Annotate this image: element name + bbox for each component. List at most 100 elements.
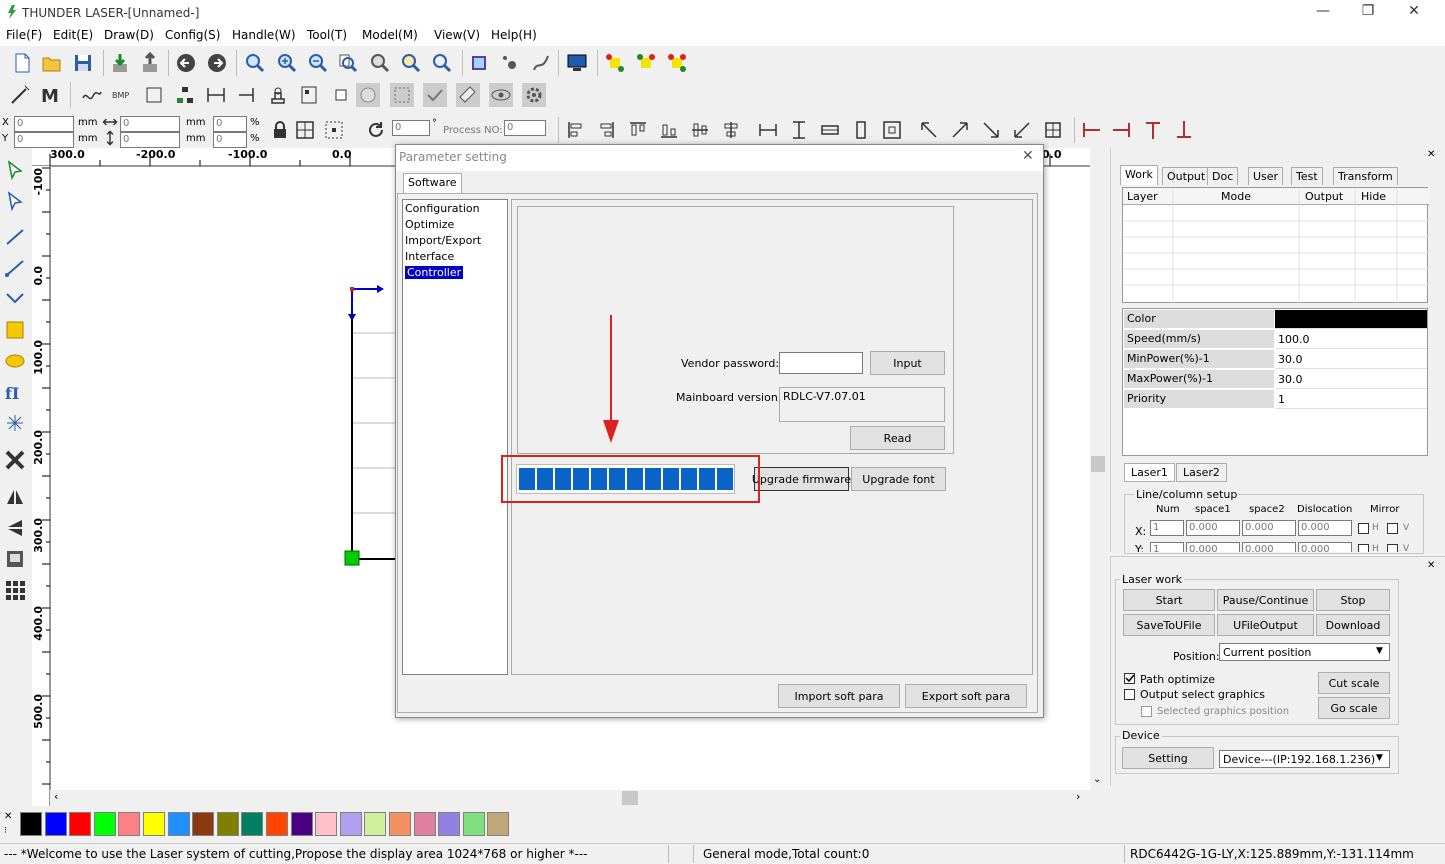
anchor-icon[interactable] [322, 118, 346, 142]
width-percent-input[interactable]: 0 [213, 116, 247, 132]
palette-swatch[interactable] [241, 812, 264, 836]
tree-optimize[interactable]: Optimize [405, 218, 454, 231]
move-right-icon[interactable] [1110, 118, 1134, 142]
zoom-all-icon[interactable] [368, 51, 392, 75]
canvas-hscroll[interactable]: ‹ › [50, 790, 1090, 806]
lc-y-num-input[interactable]: 1 [1150, 542, 1184, 552]
mirror-h-tool-icon[interactable] [3, 485, 27, 509]
prop-maxpower-value[interactable]: 30.0 [1275, 370, 1427, 389]
menu-help[interactable]: Help(H) [491, 28, 537, 42]
device-select[interactable]: Device---(IP:192.168.1.236) ▼ [1219, 750, 1390, 768]
lc-y-mirror-h-checkbox[interactable] [1358, 544, 1369, 552]
prop-color-swatch[interactable] [1275, 310, 1427, 329]
open-folder-icon[interactable] [40, 51, 64, 75]
stop-button[interactable]: Stop [1316, 589, 1390, 611]
path-icon[interactable] [529, 51, 553, 75]
menu-tool[interactable]: Tool(T) [307, 28, 347, 42]
pan-view-icon[interactable] [430, 51, 454, 75]
delete-tool-icon[interactable] [3, 448, 27, 472]
cut-scale-button[interactable]: Cut scale [1318, 672, 1390, 694]
eye-icon[interactable] [489, 83, 513, 107]
lc-y-dislocation-input[interactable]: 0.000 [1298, 542, 1352, 552]
mirror-v-tool-icon[interactable] [3, 516, 27, 540]
palette-swatch[interactable] [266, 812, 288, 836]
tree-configuration[interactable]: Configuration [405, 202, 480, 215]
panel-close-icon[interactable]: ✕ [1427, 149, 1435, 160]
scroll-down-icon[interactable]: ⌄ [1093, 774, 1101, 785]
palette-swatch[interactable] [413, 812, 436, 836]
palette-swatch[interactable] [118, 812, 141, 836]
center-page-icon[interactable] [880, 118, 904, 142]
align-top-icon[interactable] [626, 118, 650, 142]
menu-model[interactable]: Model(M) [362, 28, 418, 42]
save-to-ufile-button[interactable]: SaveToUFile [1123, 614, 1215, 636]
canvas-hscroll-thumb[interactable] [622, 791, 638, 805]
tab-user[interactable]: User [1248, 167, 1284, 185]
lc-x-space2-input[interactable]: 0.000 [1242, 520, 1296, 536]
palette-swatch[interactable] [44, 812, 67, 836]
laser-pen-icon[interactable] [8, 83, 32, 107]
pause-continue-button[interactable]: Pause/Continue [1217, 589, 1314, 611]
node-edit-tool-icon[interactable] [3, 189, 27, 213]
text-tool-icon[interactable]: fI [3, 380, 27, 404]
curve-icon[interactable] [80, 83, 104, 107]
move-bottom-left-icon[interactable] [1010, 118, 1034, 142]
minimize-button[interactable]: — [1313, 3, 1333, 19]
height-lock-icon[interactable] [102, 130, 118, 146]
menu-draw[interactable]: Draw(D) [104, 28, 154, 42]
palette-close-icon[interactable]: ✕ [4, 811, 12, 822]
import-icon[interactable] [108, 51, 132, 75]
menu-handle[interactable]: Handle(W) [232, 28, 296, 42]
palette-swatch[interactable] [438, 812, 461, 836]
same-size-v-icon[interactable] [849, 118, 873, 142]
export-soft-para-button[interactable]: Export soft para [905, 684, 1027, 708]
scroll-right-icon[interactable]: › [1076, 790, 1080, 803]
canvas-vscroll[interactable]: ⌄ [1090, 166, 1106, 790]
upgrade-firmware-button[interactable]: Upgrade firmware [752, 467, 851, 491]
move-center-icon[interactable] [1041, 118, 1065, 142]
export-icon[interactable] [138, 51, 162, 75]
go-scale-button[interactable]: Go scale [1318, 697, 1390, 719]
undo-icon[interactable] [174, 51, 198, 75]
dot-tool-icon[interactable] [3, 411, 27, 435]
zoom-in-icon[interactable] [275, 51, 299, 75]
ellipse-tool-icon[interactable] [3, 349, 27, 373]
lc-x-dislocation-input[interactable]: 0.000 [1298, 520, 1352, 536]
path-optimize-checkbox[interactable] [1124, 673, 1135, 684]
lc-y-space2-input[interactable]: 0.000 [1242, 542, 1296, 552]
rotate-icon[interactable] [364, 118, 388, 142]
same-height-icon[interactable] [787, 118, 811, 142]
restore-button[interactable]: ❐ [1358, 3, 1378, 19]
close-button[interactable]: ✕ [1404, 3, 1424, 19]
scroll-left-icon[interactable]: ‹ [54, 790, 58, 803]
frame-icon[interactable] [467, 51, 491, 75]
align-hcenter-icon[interactable] [688, 118, 712, 142]
align-bottom-icon[interactable] [657, 118, 681, 142]
same-size-h-icon[interactable] [818, 118, 842, 142]
dot-icon[interactable] [498, 51, 522, 75]
move-left-icon[interactable] [1079, 118, 1103, 142]
upgrade-font-button[interactable]: Upgrade font [851, 467, 946, 491]
position-select[interactable]: Current position ▼ [1219, 643, 1390, 661]
move-top-left-icon[interactable] [917, 118, 941, 142]
check-icon[interactable] [423, 83, 447, 107]
monitor-icon[interactable] [565, 51, 589, 75]
palette-swatch[interactable] [462, 812, 485, 836]
tab-output[interactable]: Output [1162, 167, 1211, 185]
layer-table[interactable]: Layer Mode Output Hide [1122, 187, 1429, 304]
tree-interface[interactable]: Interface [405, 250, 454, 263]
zoom-select-icon[interactable] [399, 51, 423, 75]
redo-icon[interactable] [205, 51, 229, 75]
prop-speed-value[interactable]: 100.0 [1275, 330, 1427, 349]
lock-icon[interactable] [268, 118, 292, 142]
menu-file[interactable]: File(F) [6, 28, 42, 42]
move-bottom-right-icon[interactable] [979, 118, 1003, 142]
lc-x-space1-input[interactable]: 0.000 [1186, 520, 1240, 536]
gear-icon[interactable] [522, 83, 546, 107]
align-left-icon[interactable] [564, 118, 588, 142]
import-soft-para-button[interactable]: Import soft para [778, 684, 900, 708]
angle-input[interactable]: 0 [392, 120, 430, 136]
line-tool-icon[interactable] [3, 225, 27, 249]
y-coord-input[interactable]: 0 [14, 132, 74, 148]
crop-icon[interactable] [390, 83, 414, 107]
